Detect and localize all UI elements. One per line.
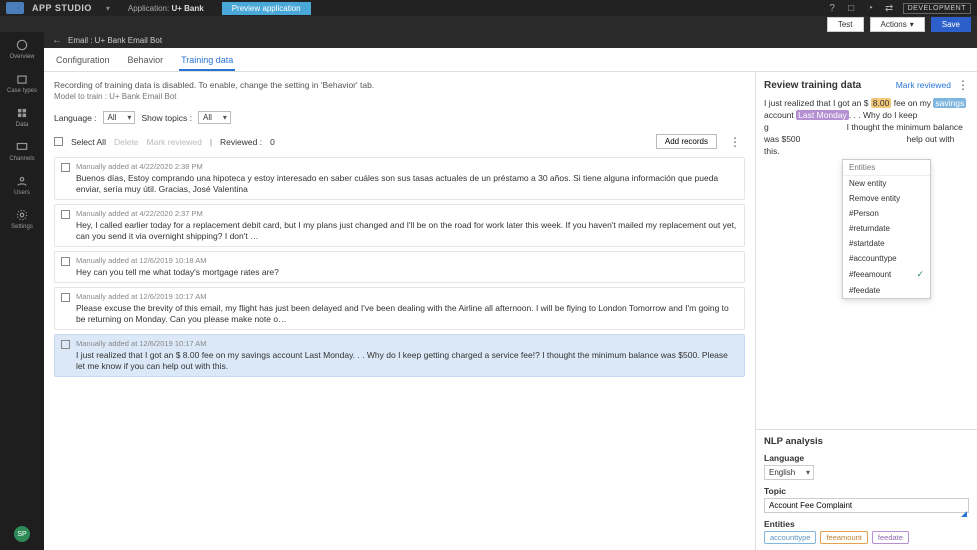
environment-badge: DEVELOPMENT — [903, 3, 971, 14]
entity-chip[interactable]: feeamount — [820, 531, 867, 544]
language-select[interactable]: All — [103, 111, 136, 124]
record-text: Please excuse the brevity of this email,… — [76, 303, 738, 325]
model-note: Model to train : U+ Bank Email Bot — [54, 92, 745, 101]
check-icon: ✓ — [916, 269, 924, 280]
record-checkbox[interactable] — [61, 163, 70, 172]
nlp-language-label: Language — [764, 453, 969, 463]
page-breadcrumb: Email : U+ Bank Email Bot — [68, 36, 162, 45]
record-meta: Manually added at 4/22/2020 2:38 PM — [76, 162, 738, 171]
mark-reviewed-button[interactable]: Mark reviewed — [147, 137, 202, 147]
back-arrow-icon[interactable]: ← — [52, 35, 62, 46]
entity-feeamount[interactable]: 8.00 — [871, 98, 892, 108]
entity-context-menu: Entities New entity Remove entity #Perso… — [842, 159, 931, 299]
info-note: Recording of training data is disabled. … — [54, 80, 745, 90]
record-text: Hey, I called earlier today for a replac… — [76, 220, 738, 242]
menu-entity-item[interactable]: #accounttype — [843, 251, 930, 266]
menu-new-entity[interactable]: New entity — [843, 176, 930, 191]
monitor-icon[interactable]: □ — [846, 3, 857, 14]
menu-entity-item[interactable]: #returndate — [843, 221, 930, 236]
tab-bar: Configuration Behavior Training data — [44, 48, 977, 72]
entity-chip[interactable]: feedate — [872, 531, 909, 544]
tab-behavior[interactable]: Behavior — [126, 52, 166, 71]
record-checkbox[interactable] — [61, 257, 70, 266]
record-checkbox[interactable] — [61, 340, 70, 349]
record-text: Hey can you tell me what today's mortgag… — [76, 267, 738, 278]
nlp-language-select[interactable]: English — [764, 465, 814, 480]
bell-icon[interactable]: ◔ — [865, 3, 876, 14]
record-text: I just realized that I got an $ 8.00 fee… — [76, 350, 738, 372]
record-checkbox[interactable] — [61, 210, 70, 219]
review-panel-title: Review training data — [764, 80, 861, 91]
help-icon[interactable]: ? — [827, 3, 838, 14]
preview-application-button[interactable]: Preview application — [222, 2, 311, 15]
menu-entity-item[interactable]: #feedate — [843, 283, 930, 298]
logo-icon — [6, 2, 24, 14]
record-meta: Manually added at 4/22/2020 2:37 PM — [76, 209, 738, 218]
training-record[interactable]: Manually added at 4/22/2020 2:38 PM Bueno… — [54, 157, 745, 200]
record-text: Buenos días, Estoy comprando una hipotec… — [76, 173, 738, 195]
chevron-down-icon[interactable]: ▾ — [106, 4, 110, 13]
select-all-label[interactable]: Select All — [71, 137, 106, 147]
reviewed-label: Reviewed : — [220, 137, 262, 147]
nlp-entities-label: Entities — [764, 519, 969, 529]
record-meta: Manually added at 12/6/2019 10:17 AM — [76, 339, 738, 348]
nlp-topic-label: Topic — [764, 486, 969, 496]
record-meta: Manually added at 12/6/2019 10:18 AM — [76, 256, 738, 265]
resize-handle-icon[interactable] — [961, 511, 967, 517]
training-record[interactable]: Manually added at 12/6/2019 10:17 AM I ju… — [54, 334, 745, 377]
entity-accounttype[interactable]: savings — [933, 98, 966, 108]
user-avatar[interactable]: SP — [14, 526, 30, 542]
nav-users[interactable]: Users — [14, 174, 30, 196]
menu-entity-item[interactable]: #startdate — [843, 236, 930, 251]
nav-settings[interactable]: Settings — [11, 208, 33, 230]
app-title: APP STUDIO — [32, 3, 92, 13]
review-text[interactable]: I just realized that I got an $ 8.00 fee… — [756, 98, 977, 165]
nlp-title: NLP analysis — [764, 436, 969, 447]
record-meta: Manually added at 12/6/2019 10:17 AM — [76, 292, 738, 301]
test-button[interactable]: Test — [827, 17, 864, 32]
menu-header: Entities — [843, 160, 930, 176]
entity-feedate[interactable]: Last Monday — [796, 110, 849, 120]
more-icon[interactable]: ⋮ — [725, 135, 745, 149]
nav-channels[interactable]: Channels — [9, 140, 34, 162]
menu-entity-item[interactable]: #feeamount✓ — [843, 266, 930, 283]
switch-icon[interactable]: ⇄ — [884, 3, 895, 14]
training-record[interactable]: Manually added at 12/6/2019 10:18 AM Hey … — [54, 251, 745, 283]
nav-case-types[interactable]: Case types — [7, 72, 37, 94]
menu-entity-item[interactable]: #Person — [843, 206, 930, 221]
training-record[interactable]: Manually added at 12/6/2019 10:17 AM Plea… — [54, 287, 745, 330]
language-label: Language : — [54, 113, 97, 123]
review-more-icon[interactable]: ⋮ — [957, 78, 969, 92]
nav-overview[interactable]: Overview — [9, 38, 34, 60]
topics-label: Show topics : — [141, 113, 192, 123]
left-nav: Overview Case types Data Channels Users … — [0, 32, 44, 550]
select-all-checkbox[interactable] — [54, 137, 63, 146]
nav-data[interactable]: Data — [15, 106, 29, 128]
mark-reviewed-link[interactable]: Mark reviewed — [896, 80, 951, 90]
app-breadcrumb: Application: U+ Bank — [128, 4, 204, 13]
entity-chip[interactable]: accounttype — [764, 531, 816, 544]
topics-select[interactable]: All — [198, 111, 231, 124]
tab-configuration[interactable]: Configuration — [54, 52, 112, 71]
actions-button[interactable]: Actions▾ — [870, 17, 925, 32]
menu-remove-entity[interactable]: Remove entity — [843, 191, 930, 206]
tab-training-data[interactable]: Training data — [179, 52, 235, 71]
record-checkbox[interactable] — [61, 293, 70, 302]
add-records-button[interactable]: Add records — [656, 134, 717, 149]
delete-button[interactable]: Delete — [114, 137, 139, 147]
save-button[interactable]: Save — [931, 17, 971, 32]
training-record[interactable]: Manually added at 4/22/2020 2:37 PM Hey, … — [54, 204, 745, 247]
reviewed-count: 0 — [270, 137, 275, 147]
nlp-topic-input[interactable] — [764, 498, 969, 513]
